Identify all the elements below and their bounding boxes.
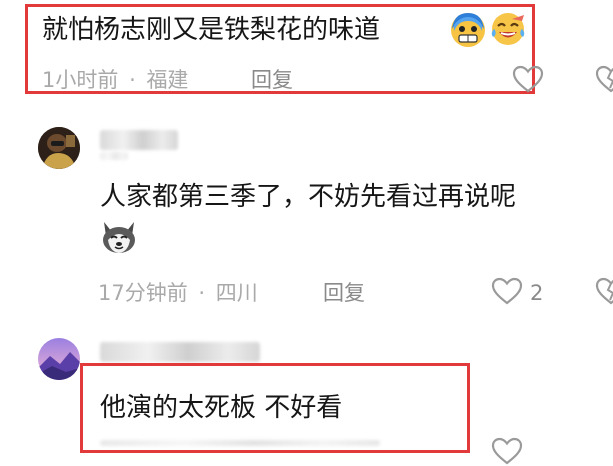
comment-2-avatar[interactable] bbox=[38, 127, 80, 169]
comment-1-meta: 1小时前 · 福建 bbox=[42, 67, 188, 93]
meta-separator: · bbox=[198, 281, 206, 305]
husky-dog-sticker-icon bbox=[98, 218, 140, 256]
comment-2-time: 17分钟前 bbox=[98, 281, 188, 305]
comment-3-text: 他演的太死板 不好看 bbox=[100, 393, 343, 423]
comment-1-location: 福建 bbox=[146, 68, 189, 92]
comment-3-username-blurred[interactable] bbox=[100, 342, 260, 362]
comment-2-reply-button[interactable]: 回复 bbox=[323, 280, 365, 306]
laughing-tears-face-icon bbox=[488, 9, 528, 49]
comment-3-meta-cropped bbox=[100, 440, 380, 446]
comment-2-text: 人家都第三季了，不妨先看过再说呢 bbox=[100, 182, 517, 212]
comment-1-time: 1小时前 bbox=[42, 68, 119, 92]
comment-3-like-heart-icon[interactable] bbox=[490, 436, 524, 466]
comment-1-like-heart-icon[interactable] bbox=[511, 64, 545, 94]
comment-1-dislike-heart-icon[interactable] bbox=[594, 64, 613, 94]
comment-feed: { "comments": [ { "text": "就怕杨志刚又是铁梨花的味道… bbox=[0, 0, 613, 465]
comment-2-username-blurred[interactable] bbox=[100, 130, 178, 150]
comment-1-text: 就怕杨志刚又是铁梨花的味道 bbox=[42, 15, 381, 45]
comment-2-username-blurred-tail bbox=[100, 152, 128, 160]
comment-2-meta: 17分钟前 · 四川 bbox=[98, 280, 258, 306]
meta-separator: · bbox=[129, 68, 136, 92]
comment-2-like-heart-icon[interactable] bbox=[490, 276, 524, 306]
comment-2-dislike-heart-icon[interactable] bbox=[594, 276, 613, 306]
comment-2-like-count: 2 bbox=[530, 281, 544, 305]
comment-2-location: 四川 bbox=[215, 281, 258, 305]
comment-1-reply-button[interactable]: 回复 bbox=[251, 67, 293, 93]
grimacing-cold-face-icon bbox=[448, 9, 488, 49]
comment-3-avatar[interactable] bbox=[38, 338, 80, 380]
